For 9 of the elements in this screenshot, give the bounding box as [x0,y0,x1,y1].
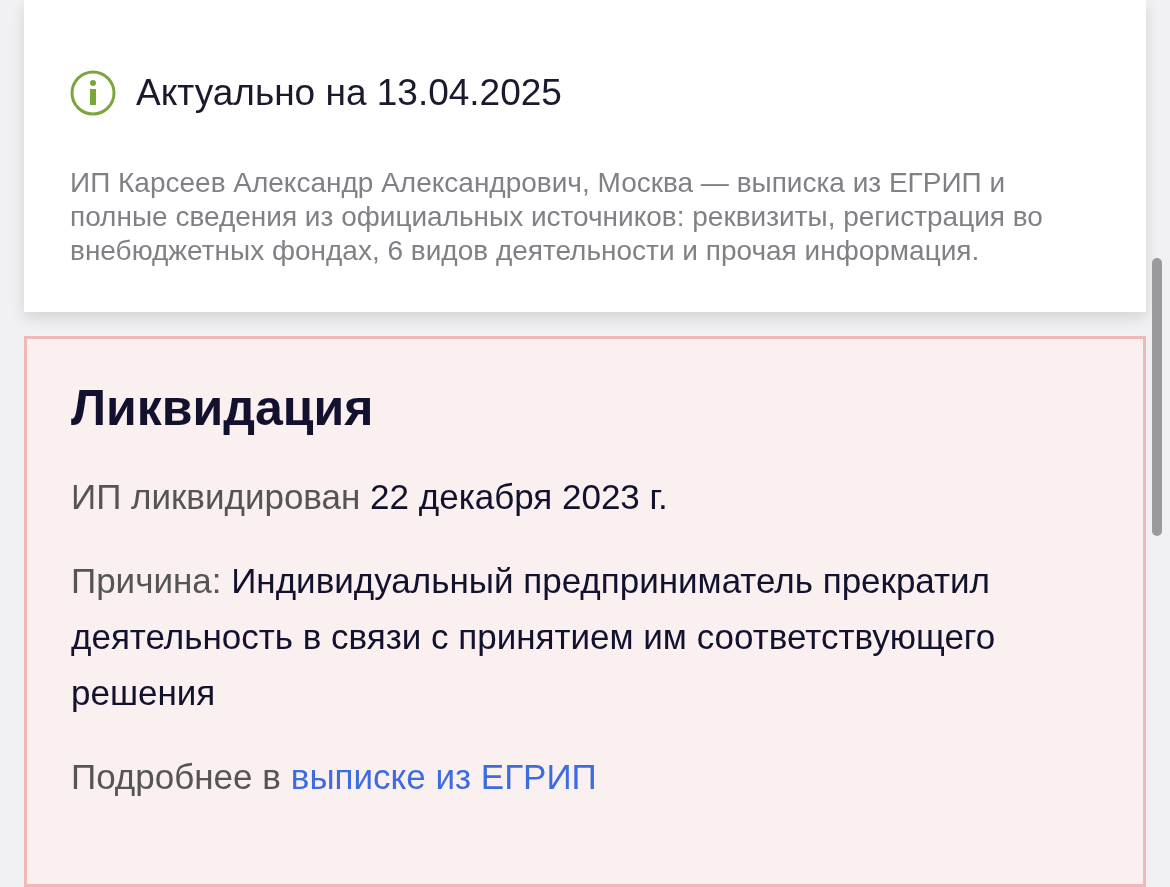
liquidation-heading: Ликвидация [71,379,375,437]
extract-link[interactable]: выписке из ЕГРИП [290,749,597,805]
scrollbar[interactable] [1152,258,1162,536]
more-label: Подробнее в [71,756,281,798]
company-description: ИП Карсеев Александр Александрович, Москва — выписка из ЕГРИП и полные сведения из официальных источников: реквизиты, регистрация во внебюджетных фондах, 6 видов деятельности и прочая информация. [70,166,1044,268]
liquidation-reason: Причина: Индивидуальный предприниматель прекратил деятельность в связи с принятием им соответствующего решения [71,560,997,714]
liquidation-date: ИП ликвидирован 22 декабря 2023 г. [71,476,669,518]
actuality-title: Актуально на 13.04.2025 [136,72,562,114]
info-icon [70,70,116,116]
